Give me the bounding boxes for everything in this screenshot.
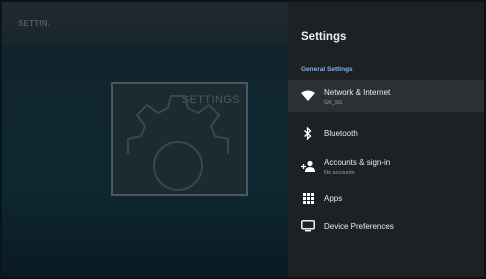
menu-item-label: Device Preferences: [324, 222, 394, 231]
menu-item-device-preferences[interactable]: Device Preferences: [288, 210, 484, 242]
gear-icon: [127, 95, 229, 191]
add-account-icon: [300, 158, 316, 174]
settings-tile: SETTINGS: [111, 82, 248, 196]
tv-screen: SETTIN. SETTINGS Settings General Settin…: [2, 2, 484, 277]
panel-title: Settings: [301, 31, 347, 43]
menu-item-label: Accounts & sign-in: [324, 158, 391, 167]
background-header: SETTIN.: [2, 2, 288, 44]
background-title: SETTIN.: [18, 19, 51, 28]
section-header-general-settings: General Settings: [301, 66, 353, 73]
menu-item-sublabel: No accounts: [324, 170, 355, 176]
settings-panel: Settings General Settings Network & Inte…: [288, 2, 484, 277]
menu-item-accounts[interactable]: Accounts & sign-in No accounts: [288, 150, 484, 182]
menu-item-network-internet[interactable]: Network & Internet GK_5G: [288, 80, 484, 112]
wifi-icon: [300, 88, 316, 104]
tv-monitor-icon: [300, 218, 316, 234]
menu-item-sublabel: GK_5G: [324, 100, 343, 106]
bluetooth-icon: [300, 125, 316, 141]
menu-item-label: Network & Internet: [324, 88, 391, 97]
menu-item-label: Bluetooth: [324, 129, 358, 138]
apps-grid-icon: [300, 190, 316, 206]
menu-item-label: Apps: [324, 194, 343, 203]
menu-item-bluetooth[interactable]: Bluetooth: [288, 117, 484, 149]
